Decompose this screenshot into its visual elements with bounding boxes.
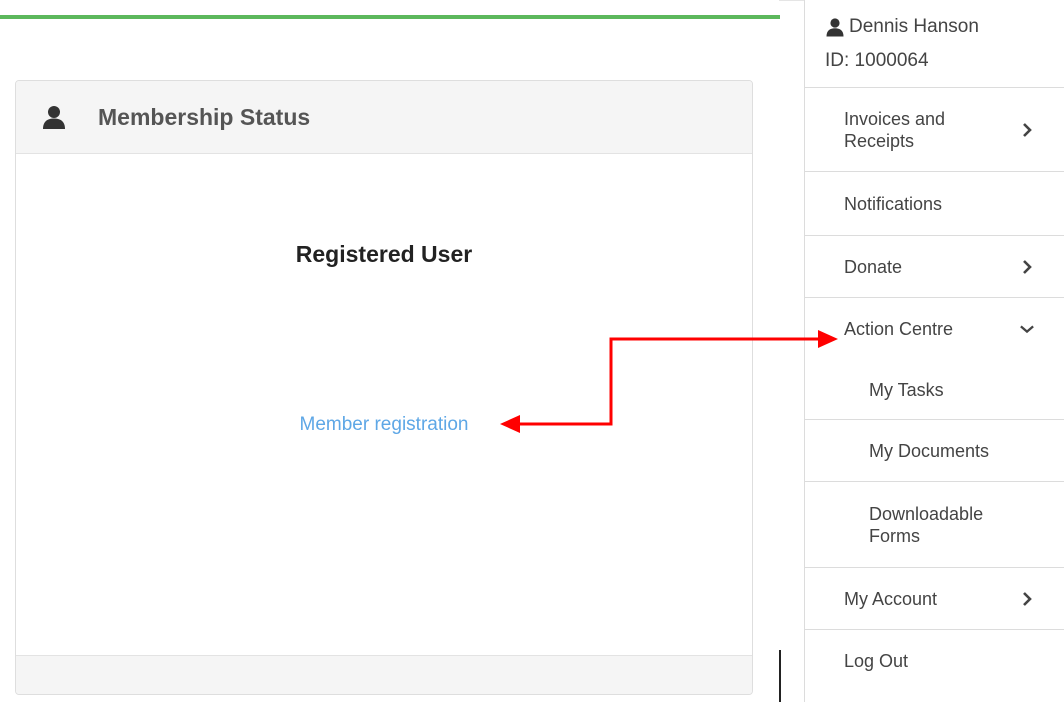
sidebar-item-downloadable-forms[interactable]: Downloadable Forms bbox=[805, 482, 1064, 568]
sidebar-item-invoices[interactable]: Invoices and Receipts bbox=[805, 88, 1064, 172]
membership-status-panel: Membership Status Registered User Member… bbox=[15, 80, 753, 695]
sidebar-item-label: Downloadable Forms bbox=[869, 503, 984, 546]
user-name: Dennis Hanson bbox=[849, 16, 979, 37]
sidebar-item-label: Donate bbox=[844, 256, 903, 277]
sidebar-item-label: Notifications bbox=[844, 193, 943, 214]
sidebar-item-label: Action Centre bbox=[844, 319, 954, 339]
sidebar-item-label: Invoices and Receipts bbox=[844, 108, 946, 151]
sidebar-nav: Dennis Hanson ID: 1000064 Invoices and R… bbox=[804, 0, 1064, 702]
sidebar-item-label: My Tasks bbox=[869, 379, 944, 400]
sidebar-item-notifications[interactable]: Notifications bbox=[805, 172, 1064, 236]
chevron-down-icon bbox=[1020, 322, 1034, 336]
sidebar-item-label: Log Out bbox=[844, 651, 909, 671]
user-icon bbox=[40, 103, 68, 131]
panel-title: Membership Status bbox=[98, 103, 311, 130]
sidebar-item-label: My Account bbox=[844, 588, 938, 609]
user-icon bbox=[825, 17, 845, 37]
membership-status-text: Registered User bbox=[295, 241, 473, 267]
user-id: ID: 1000064 bbox=[825, 50, 929, 71]
chevron-right-icon bbox=[1020, 259, 1034, 274]
top-accent-bar bbox=[0, 15, 780, 19]
chevron-right-icon bbox=[1020, 591, 1034, 606]
sidebar-item-my-documents[interactable]: My Documents bbox=[805, 420, 1064, 482]
user-info: Dennis Hanson ID: 1000064 bbox=[805, 0, 1064, 88]
panel-footer bbox=[16, 655, 752, 694]
divider-line bbox=[779, 650, 781, 702]
sidebar-item-action-centre[interactable]: Action Centre bbox=[805, 298, 1064, 360]
sidebar-item-log-out[interactable]: Log Out bbox=[805, 630, 1064, 692]
sidebar-item-my-account[interactable]: My Account bbox=[805, 568, 1064, 630]
sidebar-item-label: My Documents bbox=[869, 440, 990, 461]
sidebar-item-donate[interactable]: Donate bbox=[805, 236, 1064, 298]
chevron-right-icon bbox=[1020, 122, 1034, 137]
sidebar-item-my-tasks[interactable]: My Tasks bbox=[805, 360, 1064, 420]
member-registration-link[interactable]: Member registration bbox=[16, 414, 752, 436]
panel-header: Membership Status bbox=[16, 81, 752, 154]
